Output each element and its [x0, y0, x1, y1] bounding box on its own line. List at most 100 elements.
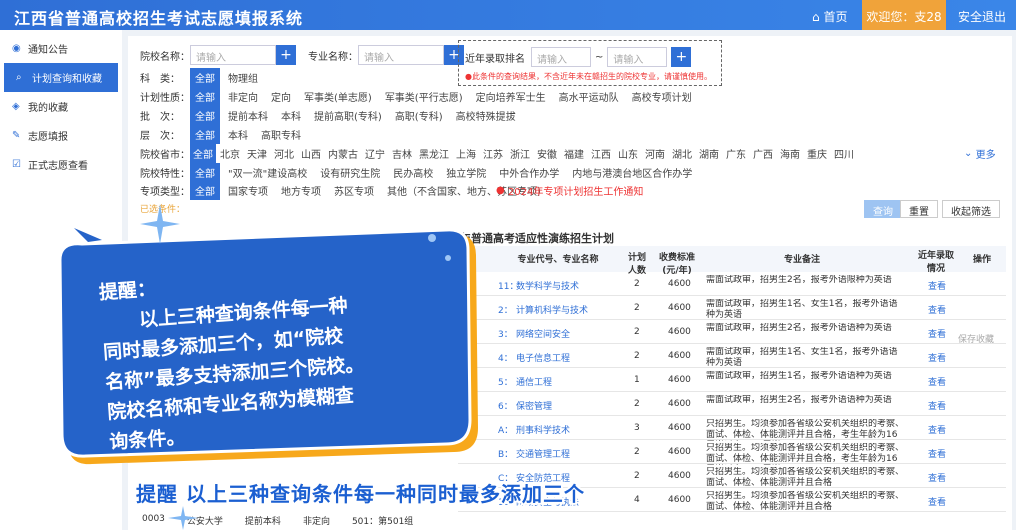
filter-chip[interactable]: 高职专科 [256, 125, 306, 144]
filter-chip[interactable]: 定向培养军士生 [471, 87, 551, 106]
filter-chip[interactable]: 北京 [217, 144, 243, 163]
filter-chip[interactable]: 全部 [190, 124, 220, 144]
filter-chip[interactable]: 黑龙江 [416, 144, 452, 163]
filter-chip[interactable]: 中外合作办学 [494, 163, 564, 182]
filter-chip[interactable]: 全部 [190, 162, 220, 182]
filter-chip[interactable]: 天津 [244, 144, 270, 163]
filter-chip[interactable]: 提前高职(专科) [309, 106, 387, 125]
view-rank-link[interactable]: 查看 [928, 495, 946, 508]
filter-chip[interactable]: 内地与港澳台地区合作办学 [567, 163, 697, 182]
filter-chip[interactable]: 苏区专项 [329, 181, 379, 200]
cell-name[interactable]: 数学科学与技术 [516, 279, 579, 292]
sidebar-item-formal-view[interactable]: ☑ 正式志愿查看 [0, 150, 122, 179]
filter-chip[interactable]: 山西 [298, 144, 324, 163]
logout-link[interactable]: 安全退出 [958, 8, 1006, 25]
view-rank-link[interactable]: 查看 [928, 303, 946, 316]
filter-chip[interactable]: 浙江 [507, 144, 533, 163]
filter-chip[interactable]: 河南 [642, 144, 668, 163]
sidebar-item-plan-query[interactable]: ⌕ 计划查询和收藏 [4, 63, 118, 92]
filter-chip[interactable]: 全部 [190, 86, 220, 106]
filter-chip[interactable]: 河北 [271, 144, 297, 163]
cell-name[interactable]: 通信工程 [516, 375, 552, 388]
search-button[interactable]: 查询 [864, 200, 902, 218]
home-link[interactable]: ⌂ 首页 [812, 8, 847, 25]
filter-chip[interactable]: 海南 [777, 144, 803, 163]
filter-chip[interactable]: 江西 [588, 144, 614, 163]
filter-chip[interactable]: 安徽 [534, 144, 560, 163]
cell-fee: 4600 [668, 327, 691, 337]
cell-name[interactable]: 电子信息工程 [516, 351, 570, 364]
major-label: 专业名称： [308, 51, 358, 63]
filter-chip[interactable]: 重庆 [804, 144, 830, 163]
view-rank-link[interactable]: 查看 [928, 471, 946, 484]
view-rank-link[interactable]: 查看 [928, 447, 946, 460]
cell-plan: 2 [634, 471, 640, 481]
view-rank-link[interactable]: 查看 [928, 279, 946, 292]
cell-name[interactable]: 计算机科学与技术 [516, 303, 588, 316]
filter-chip[interactable]: 辽宁 [362, 144, 388, 163]
add-school-button[interactable]: + [276, 45, 296, 65]
filter-chip[interactable]: 定向 [266, 87, 296, 106]
cell-name[interactable]: 刑事科学技术 [516, 423, 570, 436]
school-input[interactable]: 请输入 [190, 45, 276, 65]
filter-chip[interactable]: 物理组 [223, 68, 263, 87]
filter-chip[interactable]: 本科 [276, 106, 306, 125]
filter-chip[interactable]: 吉林 [389, 144, 415, 163]
home-icon: ⌂ [812, 10, 820, 24]
cell-plan: 1 [634, 375, 640, 385]
cell-name[interactable]: 网络空间安全 [516, 327, 570, 340]
filter-chip[interactable]: 军事类(单志愿) [299, 87, 377, 106]
view-rank-link[interactable]: 查看 [928, 375, 946, 388]
filter-chip[interactable]: 全部 [190, 143, 216, 163]
info-dot-icon: ● [496, 184, 505, 196]
filter-chip[interactable]: 四川 [831, 144, 857, 163]
view-rank-link[interactable]: 查看 [928, 399, 946, 412]
cell-name[interactable]: 保密管理 [516, 399, 552, 412]
filter-chip[interactable]: 全部 [190, 180, 220, 200]
filter-chip[interactable]: 内蒙古 [325, 144, 361, 163]
cell-name[interactable]: 交通管理工程 [516, 447, 570, 460]
filter-chip[interactable]: 广西 [750, 144, 776, 163]
more-link[interactable]: ⌄ 更多 [964, 144, 996, 162]
filter-chip[interactable]: "双一流"建设高校 [223, 163, 312, 182]
filter-chip[interactable]: 民办高校 [388, 163, 438, 182]
table-row: 11： 数学科学与技术 2 4600 需面试政审，招男生2名，报考外语限种为英语 查看 [458, 272, 1006, 296]
view-rank-link[interactable]: 查看 [928, 327, 946, 340]
cell-code: 5： [498, 378, 513, 388]
save-favorite-button[interactable]: 保存收藏 [958, 332, 994, 345]
filter-chip[interactable]: 高校专项计划 [627, 87, 697, 106]
filter-chip[interactable]: 本科 [223, 125, 253, 144]
filter-chip[interactable]: 山东 [615, 144, 641, 163]
view-rank-link[interactable]: 查看 [928, 423, 946, 436]
filter-chip[interactable]: 军事类(平行志愿) [380, 87, 468, 106]
filter-chip[interactable]: 广东 [723, 144, 749, 163]
sidebar-item-notice[interactable]: ◉ 通知公告 [0, 34, 122, 63]
filter-chip[interactable]: 上海 [453, 144, 479, 163]
view-rank-link[interactable]: 查看 [928, 351, 946, 364]
filter-chip[interactable]: 高校特殊提拔 [451, 106, 521, 125]
sidebar-item-apply[interactable]: ✎ 志愿填报 [0, 121, 122, 150]
sidebar-item-favorites[interactable]: ◈ 我的收藏 [0, 92, 122, 121]
filter-chip[interactable]: 湖北 [669, 144, 695, 163]
filter-chip[interactable]: 全部 [190, 67, 220, 87]
filter-chip[interactable]: 非定向 [223, 87, 263, 106]
major-input[interactable]: 请输入 [358, 45, 444, 65]
filter-chip[interactable]: 独立学院 [441, 163, 491, 182]
filter-chip[interactable]: 高职(专科) [390, 106, 448, 125]
rank-max-input[interactable]: 请输入 [607, 47, 668, 67]
filter-chip[interactable]: 福建 [561, 144, 587, 163]
notice-link[interactable]: ● 2024年专项计划招生工作通知 [496, 181, 643, 199]
filter-chip[interactable]: 湖南 [696, 144, 722, 163]
filter-chip[interactable]: 地方专项 [276, 181, 326, 200]
filter-chip[interactable]: 江苏 [480, 144, 506, 163]
cell-plan: 4 [634, 495, 640, 505]
collapse-filter-button[interactable]: 收起筛选 [942, 200, 1000, 218]
add-rank-button[interactable]: + [671, 47, 692, 67]
filter-chip[interactable]: 设有研究生院 [315, 163, 385, 182]
reset-button[interactable]: 重置 [900, 200, 938, 218]
filter-chip[interactable]: 高水平运动队 [554, 87, 624, 106]
filter-chip[interactable]: 全部 [190, 105, 220, 125]
rank-min-input[interactable]: 请输入 [531, 47, 591, 67]
filter-chip[interactable]: 国家专项 [223, 181, 273, 200]
filter-chip[interactable]: 提前本科 [223, 106, 273, 125]
